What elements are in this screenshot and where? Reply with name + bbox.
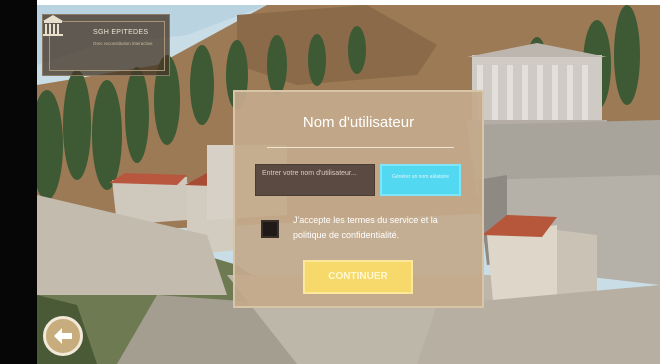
dialog-title: Nom d'utilisateur	[302, 114, 415, 131]
title-divider	[267, 147, 454, 148]
arrow-left-icon	[54, 328, 72, 344]
logo-title: SGH EPITEDES	[93, 29, 149, 36]
terms-checkbox[interactable]	[261, 220, 279, 238]
username-input[interactable]	[255, 164, 375, 196]
continue-button[interactable]: CONTINUER	[303, 260, 413, 294]
logo-subtitle: Grec reconstitution interactive	[93, 41, 153, 46]
left-letterbox	[0, 0, 37, 364]
game-logo-panel: SGH EPITEDES Grec reconstitution interac…	[42, 14, 170, 76]
terms-label: J'accepte les termes du service et la po…	[293, 215, 438, 240]
generate-name-button[interactable]: Générer un nom aléatoire	[380, 164, 461, 196]
username-dialog: Nom d'utilisateur Générer un nom aléatoi…	[233, 90, 484, 308]
game-viewport: SGH EPITEDES Grec reconstitution interac…	[0, 0, 669, 364]
temple-icon	[43, 15, 63, 36]
back-button[interactable]	[43, 316, 83, 356]
